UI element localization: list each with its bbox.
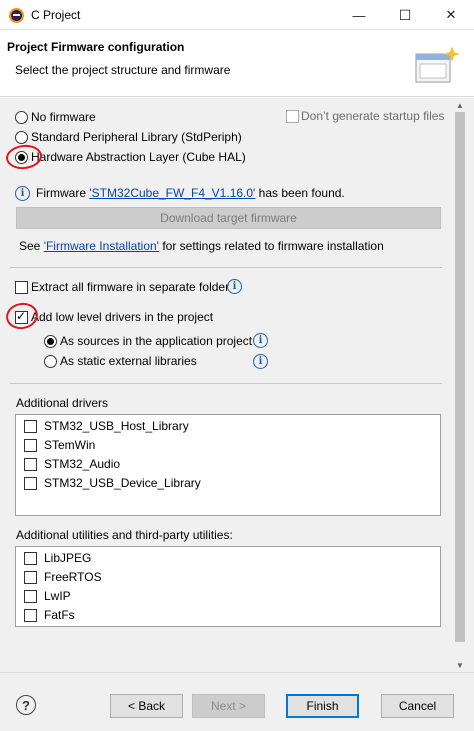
no-firmware-radio[interactable] [15, 111, 28, 124]
additional-utilities-list[interactable]: LibJPEG FreeRTOS LwIP FatFs [15, 546, 441, 627]
utility-checkbox[interactable] [24, 609, 37, 622]
as-sources-radio[interactable] [44, 335, 57, 348]
finish-button[interactable]: Finish [286, 694, 359, 718]
wizard-footer: ? < Back Next > Finish Cancel [0, 672, 474, 731]
cancel-button[interactable]: Cancel [381, 694, 454, 718]
static-libs-label: As static external libraries [60, 354, 197, 368]
download-firmware-button[interactable]: Download target firmware [16, 207, 441, 229]
wizard-header: Project Firmware configuration Select th… [0, 30, 474, 97]
add-ll-drivers-label: Add low level drivers in the project [31, 310, 214, 324]
firmware-found-text: Firmware 'STM32Cube_FW_F4_V1.16.0' has b… [36, 186, 345, 200]
window-title: C Project [31, 8, 81, 22]
dont-generate-startup-label: Don’t generate startup files [301, 109, 445, 123]
as-sources-label: As sources in the application project [60, 334, 253, 348]
additional-utilities-label: Additional utilities and third-party uti… [16, 528, 233, 542]
firmware-installation-text: See 'Firmware Installation' for settings… [19, 239, 384, 253]
list-item-label: STM32_USB_Host_Library [44, 419, 189, 433]
separator [10, 267, 442, 268]
additional-drivers-list[interactable]: STM32_USB_Host_Library STemWin STM32_Aud… [15, 414, 441, 516]
additional-drivers-label: Additional drivers [16, 396, 109, 410]
std-periph-radio[interactable] [15, 131, 28, 144]
std-periph-label: Standard Peripheral Library (StdPeriph) [31, 130, 242, 144]
extract-info-icon[interactable]: i [227, 279, 242, 294]
static-libs-info-icon[interactable]: i [253, 354, 268, 369]
utility-checkbox[interactable] [24, 571, 37, 584]
minimize-button[interactable]: — [336, 0, 382, 30]
utility-checkbox[interactable] [24, 590, 37, 603]
no-firmware-label: No firmware [31, 110, 96, 124]
scrollbar-thumb[interactable] [455, 112, 465, 642]
help-icon[interactable]: ? [16, 695, 36, 715]
list-item-label: FreeRTOS [44, 570, 102, 584]
separator [10, 383, 442, 384]
list-item-label: STM32_USB_Device_Library [44, 476, 201, 490]
info-icon: i [15, 186, 30, 201]
list-item-label: STemWin [44, 438, 96, 452]
extract-firmware-checkbox[interactable] [15, 281, 28, 294]
utility-checkbox[interactable] [24, 552, 37, 565]
driver-checkbox[interactable] [24, 439, 37, 452]
scroll-down-icon[interactable]: ▼ [452, 658, 468, 672]
eclipse-icon [9, 8, 24, 23]
as-sources-info-icon[interactable]: i [253, 333, 268, 348]
cube-hal-label: Hardware Abstraction Layer (Cube HAL) [31, 150, 246, 164]
back-button[interactable]: < Back [110, 694, 183, 718]
list-item-label: FatFs [44, 608, 75, 622]
annotation-circle-cube-hal [4, 143, 44, 171]
driver-checkbox[interactable] [24, 477, 37, 490]
maximize-button[interactable]: ☐ [382, 0, 428, 30]
title-bar: C Project — ☐ ✕ [0, 0, 474, 30]
dont-generate-startup-checkbox[interactable] [286, 110, 299, 123]
list-item-label: LwIP [44, 589, 71, 603]
page-title: Project Firmware configuration [7, 40, 185, 54]
scroll-up-icon[interactable]: ▲ [452, 98, 468, 112]
wizard-content: No firmware Don’t generate startup files… [0, 98, 474, 672]
close-button[interactable]: ✕ [428, 0, 474, 30]
firmware-installation-link[interactable]: 'Firmware Installation' [44, 239, 159, 253]
page-subtitle: Select the project structure and firmwar… [15, 63, 231, 77]
static-libs-radio[interactable] [44, 355, 57, 368]
wizard-banner-icon [415, 46, 460, 83]
annotation-circle-ll-drivers [3, 300, 41, 332]
driver-checkbox[interactable] [24, 458, 37, 471]
list-item-label: STM32_Audio [44, 457, 121, 471]
next-button[interactable]: Next > [192, 694, 265, 718]
extract-firmware-label: Extract all firmware in separate folder [31, 280, 230, 294]
list-item-label: LibJPEG [44, 551, 92, 565]
firmware-name-link[interactable]: 'STM32Cube_FW_F4_V1.16.0' [89, 186, 255, 200]
vertical-scrollbar[interactable]: ▲ ▼ [452, 98, 468, 672]
driver-checkbox[interactable] [24, 420, 37, 433]
